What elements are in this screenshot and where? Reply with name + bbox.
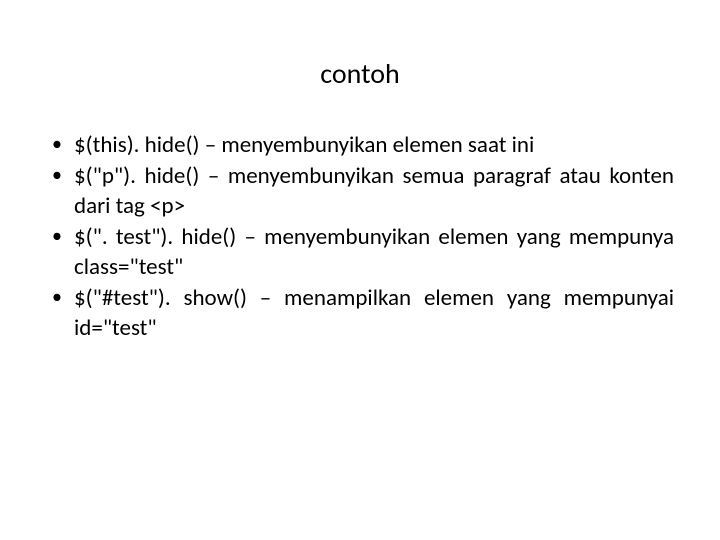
list-item: $(this). hide() – menyembunyikan elemen … (46, 131, 674, 160)
list-item: $("p"). hide() – menyembunyikan semua pa… (46, 162, 674, 221)
slide-content: $(this). hide() – menyembunyikan elemen … (0, 131, 720, 343)
bullet-list: $(this). hide() – menyembunyikan elemen … (46, 131, 674, 343)
slide-title: contoh (0, 0, 720, 131)
list-item: $(". test"). hide() – menyembunyikan ele… (46, 223, 674, 282)
slide: contoh $(this). hide() – menyembunyikan … (0, 0, 720, 540)
list-item: $("#test"). show() – menampilkan elemen … (46, 284, 674, 343)
